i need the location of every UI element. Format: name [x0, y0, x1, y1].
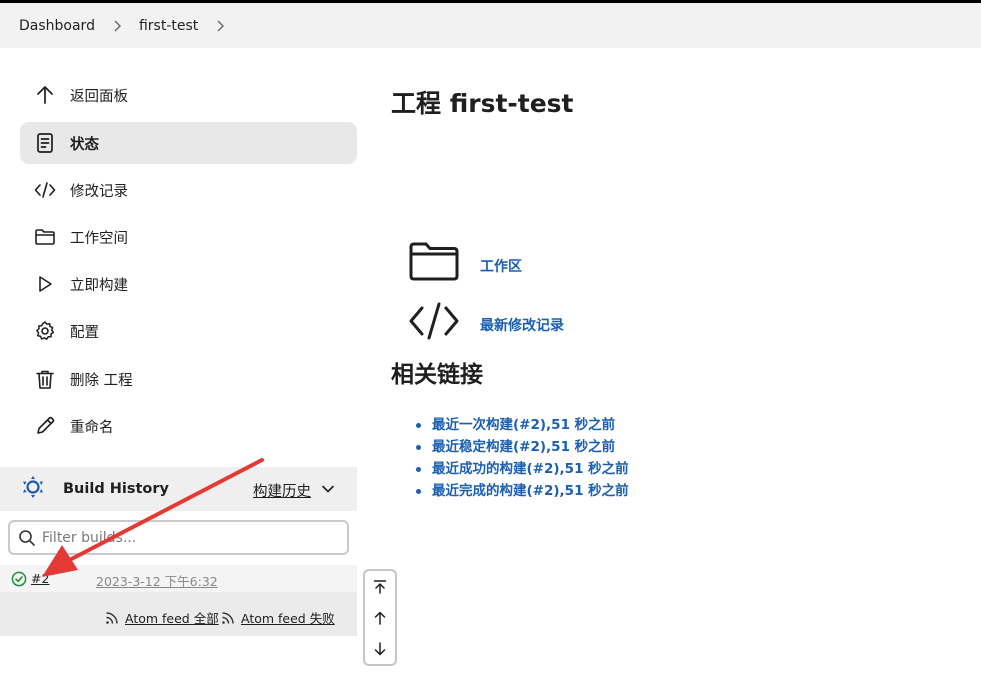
rss-icon [222, 611, 234, 624]
scroll-up-button[interactable] [365, 602, 395, 633]
related-link-last-completed[interactable]: 最近完成的构建(#2),51 秒之前 [414, 480, 629, 502]
related-links-title: 相关链接 [391, 362, 483, 388]
chevron-right-icon[interactable] [112, 20, 122, 32]
sidebar-item-label: 重命名 [70, 419, 114, 436]
play-icon [34, 273, 56, 295]
chevron-down-icon[interactable] [321, 482, 335, 496]
folder-icon [34, 226, 56, 248]
related-link-last-build[interactable]: 最近一次构建(#2),51 秒之前 [414, 414, 629, 436]
atom-feed-all-label: Atom feed 全部 [125, 611, 219, 626]
filter-builds-input[interactable] [42, 529, 322, 546]
trash-icon [34, 368, 56, 390]
breadcrumb: Dashboard first-test [0, 3, 981, 48]
build-history-header: Build History 构建历史 [0, 467, 357, 511]
sidebar-item-workspace[interactable]: 工作空间 [20, 216, 357, 258]
workspace-link[interactable]: 工作区 [480, 256, 522, 276]
sidebar-item-label: 状态 [70, 136, 99, 153]
atom-feed-fail-label: Atom feed 失败 [241, 611, 335, 626]
gear-icon [34, 320, 56, 342]
arrow-up-icon [34, 84, 56, 106]
sidebar-item-delete-project[interactable]: 删除 工程 [20, 358, 357, 400]
rss-icon [106, 611, 118, 624]
build-filter[interactable] [8, 520, 349, 555]
build-row: #2 2023-3-12 下午6:32 [0, 565, 357, 592]
page-title: 工程 first-test [391, 89, 574, 118]
sidebar-item-changes[interactable]: 修改记录 [20, 169, 357, 211]
search-icon [19, 529, 35, 546]
sidebar-item-label: 配置 [70, 324, 99, 341]
sidebar-item-label: 修改记录 [70, 183, 128, 200]
related-link-last-stable[interactable]: 最近稳定构建(#2),51 秒之前 [414, 436, 629, 458]
sidebar-item-status[interactable]: 状态 [20, 122, 357, 164]
breadcrumb-dashboard[interactable]: Dashboard [19, 18, 95, 34]
folder-icon[interactable] [408, 241, 460, 287]
code-icon[interactable] [408, 300, 460, 346]
build-time-link[interactable]: 2023-3-12 下午6:32 [96, 571, 218, 590]
scroll-top-button[interactable] [365, 571, 395, 602]
changes-link-icon-wrap[interactable] [408, 300, 460, 346]
document-icon [34, 132, 56, 154]
breadcrumb-first-test[interactable]: first-test [139, 18, 198, 34]
sidebar-item-back-to-dashboard[interactable]: 返回面板 [20, 74, 357, 116]
build-history-title: Build History [63, 481, 169, 497]
sidebar-item-configure[interactable]: 配置 [20, 310, 357, 352]
build-history-icon [20, 474, 46, 504]
sidebar-item-label: 删除 工程 [70, 372, 133, 389]
atom-feed-fail-link[interactable]: Atom feed 失败 [221, 608, 335, 627]
arrow-down-icon [374, 641, 386, 655]
latest-changes-link[interactable]: 最新修改记录 [480, 315, 564, 335]
scroll-down-button[interactable] [365, 633, 395, 664]
atom-feed-all-link[interactable]: Atom feed 全部 [105, 608, 219, 627]
workspace-link-icon-wrap[interactable] [408, 241, 460, 287]
sidebar-item-label: 立即构建 [70, 277, 128, 294]
sidebar-item-label: 返回面板 [70, 88, 128, 105]
build-number-link[interactable]: #2 [31, 571, 49, 586]
sidebar-item-rename[interactable]: 重命名 [20, 405, 357, 447]
sidebar-item-build-now[interactable]: 立即构建 [20, 263, 357, 305]
sidebar-item-label: 工作空间 [70, 230, 128, 247]
build-trend-link[interactable]: 构建历史 [253, 480, 311, 501]
pencil-icon [34, 415, 56, 437]
code-icon [34, 179, 56, 201]
related-links-list: 最近一次构建(#2),51 秒之前 最近稳定构建(#2),51 秒之前 最近成功… [414, 414, 629, 502]
arrow-to-top-icon [373, 579, 387, 594]
related-link-last-successful[interactable]: 最近成功的构建(#2),51 秒之前 [414, 458, 629, 480]
success-check-icon [11, 571, 27, 587]
atom-feeds: Atom feed 全部 Atom feed 失败 [0, 592, 357, 636]
chevron-right-icon[interactable] [215, 20, 225, 32]
arrow-up-icon [374, 611, 386, 625]
scroll-controls [363, 569, 397, 666]
